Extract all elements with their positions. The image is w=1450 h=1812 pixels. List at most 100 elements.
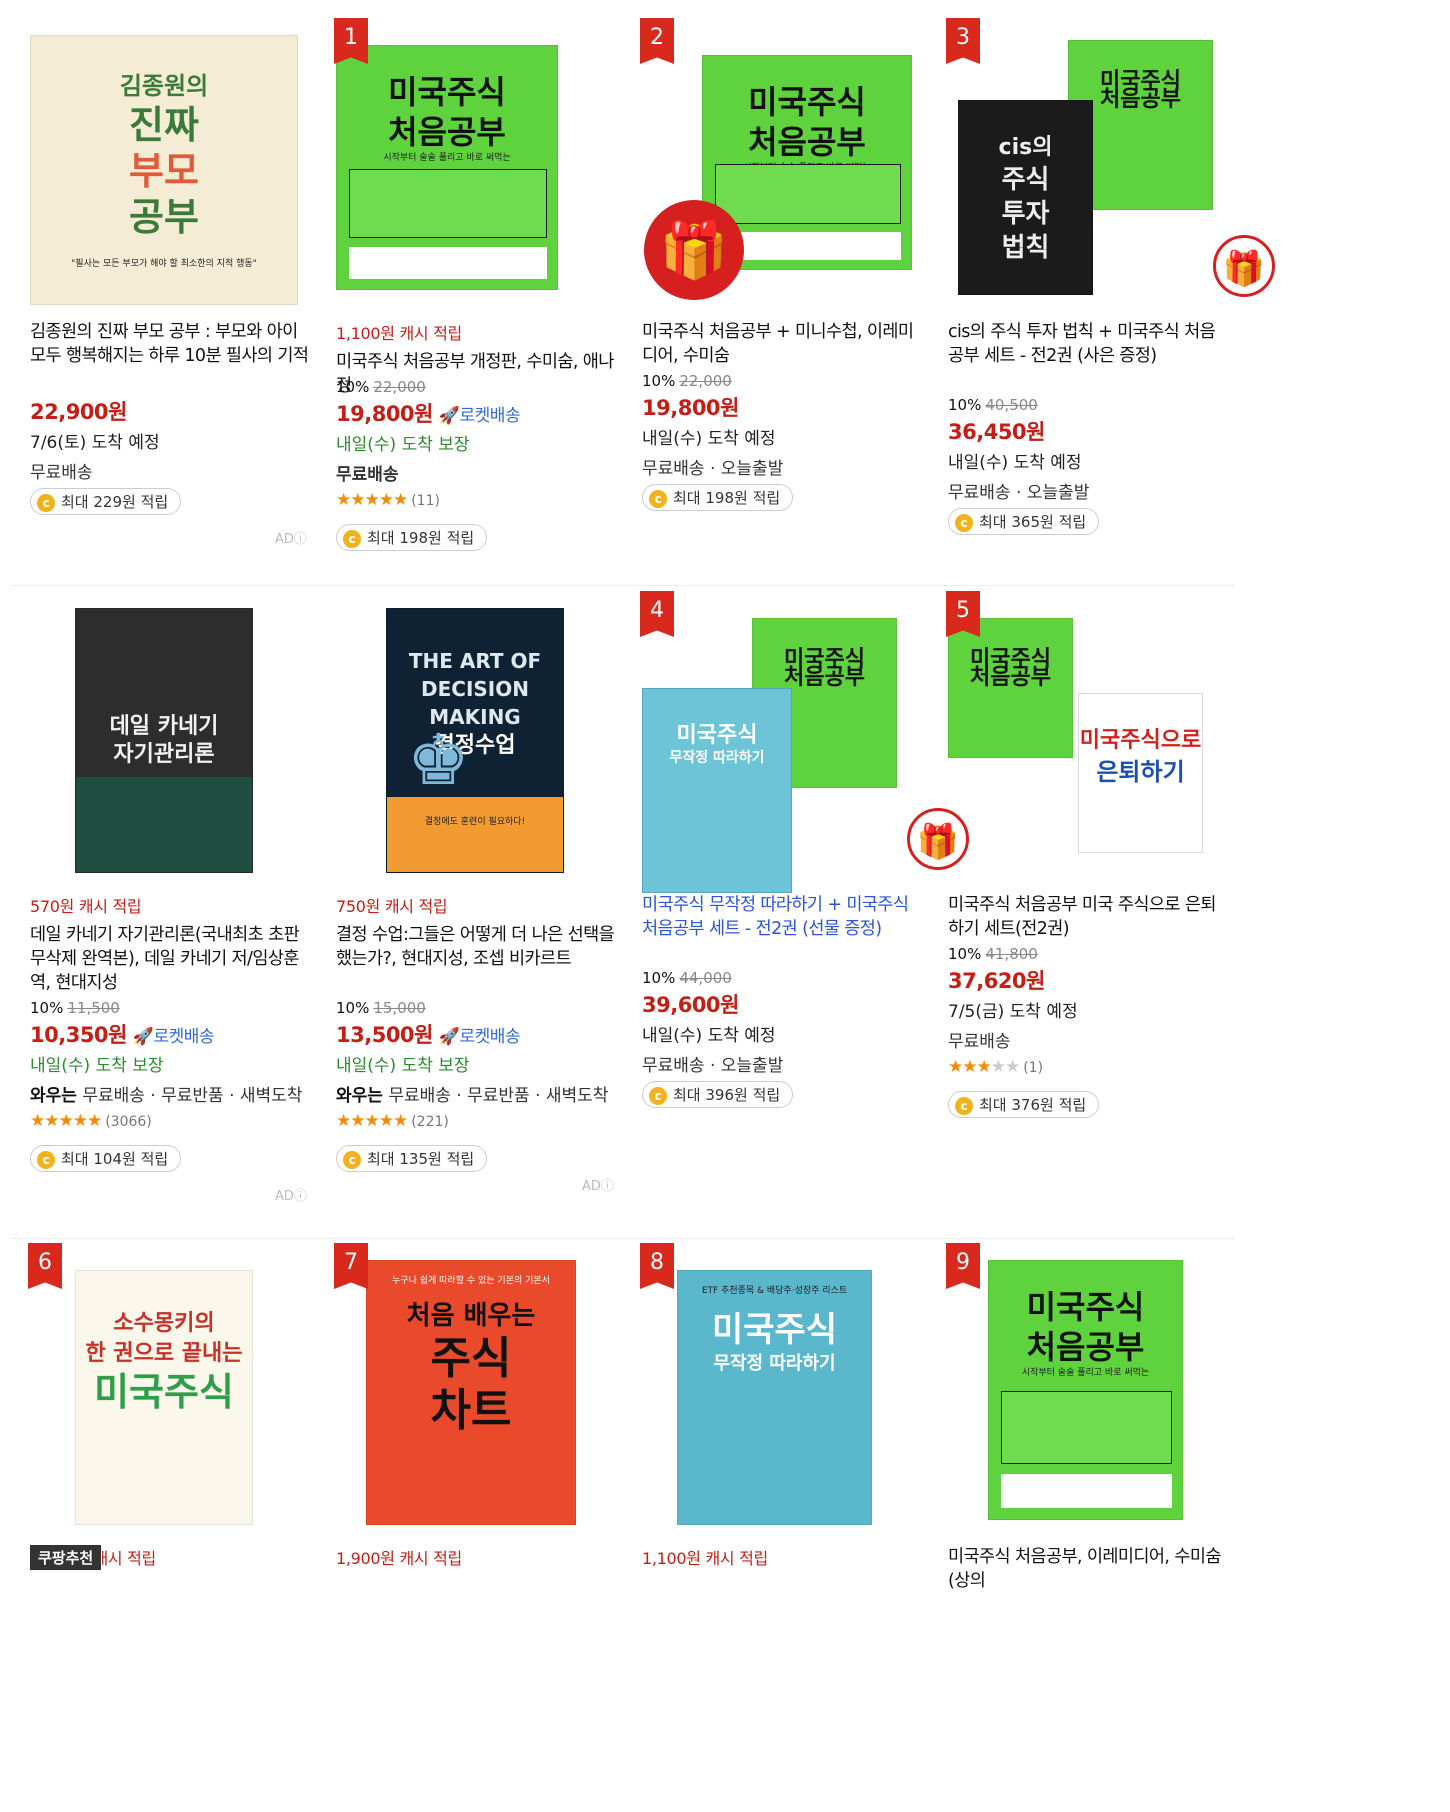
product-card[interactable]: 미국주식 처음공부 시작부터 술술 풀리고 바로 써먹는 1 1,100원 캐시 적립 미… (334, 18, 666, 551)
cover-area[interactable]: 처음 배우는 주식 차트 누구나 쉽게 따라할 수 있는 기본의 기본서 (336, 1255, 666, 1585)
shipping-text: 무료배송 (948, 1032, 1011, 1052)
row-divider (10, 1238, 1235, 1239)
cover-band (387, 797, 563, 872)
product-card[interactable]: 미국주식 처음공부 미국주식 무작정 따라하기 🎁 4 미국주식 무작정 따라하기 + 미국… (582, 591, 972, 1194)
cover-title-line: DECISION (421, 677, 529, 701)
cover-area[interactable]: 미국주식 처음공부 시작부터 술술 풀리고 바로 써먹는 (948, 1255, 1278, 1585)
reward-text: 최대 104원 적립 (61, 1150, 169, 1168)
cover-tagline: ETF 추천종목 & 배당주·성장주 리스트 (701, 1286, 848, 1296)
book-cover-image[interactable]: 미국주식처음공부시작부터 술술 풀리고 바로 써먹는 (336, 45, 558, 290)
recommend-tag: 쿠팡추천 (30, 1545, 102, 1570)
reward-text: 최대 198원 적립 (367, 529, 475, 547)
cover-area[interactable]: 미국주식 처음공부 미국주식 무작정 따라하기 🎁 (642, 603, 972, 933)
shipping-info: 와우는 무료배송 · 무료반품 · 새벽도착 (30, 1081, 302, 1106)
cover-illustration (715, 164, 901, 224)
cover-area[interactable]: 데일 카네기 자기관리론 (30, 603, 360, 933)
cover-area[interactable]: THE ART OF DECISION MAKING 결정수업 ♚ 결정에도 훈련이 필요… (336, 603, 666, 933)
shipping-text: 무료배송 (30, 463, 93, 483)
second-book-cover[interactable]: cis의 주식 투자 법칙 (958, 100, 1093, 295)
discount-percent: 10% (642, 969, 676, 987)
product-card[interactable]: 데일 카네기 자기관리론 570원 캐시 적립 데일 카네기 자기관리론(국내최초 초… (30, 603, 360, 1204)
product-title[interactable]: 미국주식 처음공부 미국 주식으로 은퇴하기 세트(전2권) (948, 893, 1228, 941)
product-title[interactable]: cis의 주식 투자 법칙 + 미국주식 처음공부 세트 - 전2권 (사은 증… (948, 320, 1228, 368)
max-reward-badge: c 최대 365원 적립 (948, 508, 1100, 535)
product-card[interactable]: 미국주식처음공부시작부터 술술 풀리고 바로 써먹는🎁2 미국주식 처음공부 + … (640, 18, 972, 511)
cash-reward-text: 750원 캐시 적립 (336, 897, 448, 916)
cover-area[interactable]: 미국주식 처음공부 미국주식으로 은퇴하기 (948, 603, 1278, 933)
book-cover-image[interactable]: 미국주식처음공부시작부터 술술 풀리고 바로 써먹는 (988, 1260, 1183, 1520)
book-cover-image[interactable]: THE ART OF DECISION MAKING 결정수업 ♚ 결정에도 훈련이 필요… (386, 608, 564, 873)
discount-row: 10% 41,800 (948, 945, 1038, 963)
arrival-info: 내일(수) 도착 예정 (642, 1026, 776, 1046)
product-card[interactable]: 처음 배우는 주식 차트 누구나 쉽게 따라할 수 있는 기본의 기본서 7 1,900원… (334, 1243, 666, 1568)
cover-illustration (1001, 1391, 1172, 1464)
arrival-info: 내일(수) 도착 보장 (336, 435, 470, 455)
ad-marker[interactable]: ADⓘ (275, 1185, 307, 1204)
coin-icon: c (955, 1096, 973, 1115)
original-price: 44,000 (679, 969, 732, 987)
cover-title-line: 공부 (129, 195, 199, 239)
shipping-text: 무료배송 · 무료반품 · 새벽도착 (82, 1086, 303, 1106)
book-cover-image[interactable]: 미국주식 처음공부 (948, 618, 1073, 758)
review-count: (3066) (105, 1114, 152, 1130)
gift-icon: 🎁 (1213, 235, 1275, 297)
product-title[interactable]: 결정 수업:그들은 어떻게 더 나은 선택을 했는가?, 현대지성, 조셉 비카… (336, 923, 616, 971)
rank-badge: 1 (334, 18, 368, 64)
cover-tagline: 시작부터 술술 풀리고 바로 써먹는 (1021, 1368, 1150, 1378)
coin-icon: c (955, 513, 973, 532)
discount-row: 10% 40,500 (948, 396, 1038, 414)
product-card[interactable]: 미국주식 처음공부 시작부터 술술 풀리고 바로 써먹는 9 미국주식 처음공부, 이레… (946, 1243, 1278, 1591)
product-title[interactable]: 미국주식 처음공부, 이레미디어, 수미숨(상의 (948, 1545, 1228, 1593)
product-title[interactable]: 데일 카네기 자기관리론(국내최초 초판 무삭제 완역본), 데일 카네기 저/… (30, 923, 310, 995)
product-card[interactable]: 미국주식 처음공부 cis의 주식 투자 법칙 🎁 3 cis의 주식 투자 법칙 + 미국주식… (946, 18, 1278, 535)
product-card[interactable]: 미국주식 무작정 따라하기 ETF 추천종목 & 배당주·성장주 리스트 8 1,100… (640, 1243, 972, 1568)
coin-icon: c (37, 493, 55, 512)
gift-icon: 🎁 (907, 808, 969, 870)
cover-area[interactable]: 김종원의 진짜 부모 공부 "필사는 모든 부모가 해야 할 최소한의 지적 행동" (30, 30, 360, 360)
book-cover-image[interactable]: 처음 배우는 주식 차트 누구나 쉽게 따라할 수 있는 기본의 기본서 (366, 1260, 576, 1525)
wow-prefix: 와우는 (336, 1086, 383, 1106)
product-card[interactable]: 소수몽키의한 권으로 끝내는미국주식61,000원 캐시 적립 (28, 1243, 360, 1568)
product-title[interactable]: 미국주식 처음공부 + 미니수첩, 이레미디어, 수미숨 (642, 320, 922, 368)
arrival-info: 내일(수) 도착 예정 (642, 429, 776, 449)
product-title[interactable]: 미국주식 무작정 따라하기 + 미국주식 처음공부 세트 - 전2권 (선물 증… (642, 893, 922, 941)
reward-text: 최대 229원 적립 (61, 493, 169, 511)
cover-area[interactable]: 미국주식 무작정 따라하기 ETF 추천종목 & 배당주·성장주 리스트 (642, 1255, 972, 1585)
reward-text: 최대 396원 적립 (673, 1086, 781, 1104)
cover-title-line: 한 권으로 끝내는 (85, 1341, 243, 1366)
sale-price-value: 39,600원 (642, 993, 739, 1017)
book-cover-image[interactable]: 데일 카네기 자기관리론 (75, 608, 253, 873)
book-cover-image[interactable]: 미국주식 무작정 따라하기 ETF 추천종목 & 배당주·성장주 리스트 (677, 1270, 872, 1525)
cash-reward-text: 1,100원 캐시 적립 (336, 324, 462, 343)
coupang-recommend-tag: 쿠팡추천 (30, 1545, 102, 1570)
cover-tagline: 누구나 쉽게 따라할 수 있는 기본의 기본서 (392, 1276, 550, 1286)
ad-marker[interactable]: ADⓘ (582, 1175, 614, 1194)
cover-title-line: 소수몽키의 (113, 1311, 215, 1336)
cover-area[interactable]: 미국주식 처음공부 cis의 주식 투자 법칙 🎁 (948, 30, 1278, 360)
product-card[interactable]: 미국주식 처음공부 미국주식으로 은퇴하기 5 미국주식 처음공부 미국 주식으로 은퇴하… (946, 591, 1278, 1118)
product-title[interactable]: 김종원의 진짜 부모 공부 : 부모와 아이 모두 행복해지는 하루 10분 필… (30, 320, 310, 368)
rank-badge: 9 (946, 1243, 980, 1289)
book-cover-image[interactable]: 김종원의 진짜 부모 공부 "필사는 모든 부모가 해야 할 최소한의 지적 행동" (30, 35, 298, 305)
cover-title-line: 데일 카네기 (109, 714, 219, 739)
rocket-delivery-badge: 🚀로켓배송 (133, 1027, 215, 1047)
sale-price-value: 19,800원 (642, 396, 739, 420)
second-cover-title-line: 은퇴하기 (1096, 758, 1185, 786)
cash-reward-text: 1,100원 캐시 적립 (642, 1549, 768, 1568)
book-cover-image[interactable]: 소수몽키의 한 권으로 끝내는 미국주식 (75, 1270, 253, 1525)
product-card[interactable]: THE ART OF DECISION MAKING 결정수업 ♚ 결정에도 훈련이 필요… (336, 603, 666, 1172)
product-card[interactable]: 김종원의 진짜 부모 공부 "필사는 모든 부모가 해야 할 최소한의 지적 행동" 김종… (30, 30, 360, 547)
second-book-cover[interactable]: 미국주식 무작정 따라하기 (642, 688, 792, 893)
second-book-cover[interactable]: 미국주식으로 은퇴하기 (1078, 693, 1203, 853)
cover-area[interactable]: 소수몽키의 한 권으로 끝내는 미국주식 (30, 1255, 360, 1585)
cover-area[interactable]: 미국주식 처음공부 시작부터 술술 풀리고 바로 써먹는 (336, 30, 666, 360)
rocket-delivery-badge: 🚀로켓배송 (439, 406, 521, 426)
cover-area[interactable]: 미국주식처음공부시작부터 술술 풀리고 바로 써먹는🎁 (642, 30, 972, 360)
coin-icon: c (343, 529, 361, 548)
ad-marker[interactable]: ADⓘ (275, 528, 307, 547)
cash-reward-text: 1,900원 캐시 적립 (336, 1549, 462, 1568)
cover-title-line: 부모 (129, 149, 199, 193)
second-cover-title-line: 주식 (1001, 165, 1050, 195)
discount-row: 10% 22,000 (336, 378, 426, 396)
max-reward-badge: c 최대 229원 적립 (30, 488, 182, 515)
